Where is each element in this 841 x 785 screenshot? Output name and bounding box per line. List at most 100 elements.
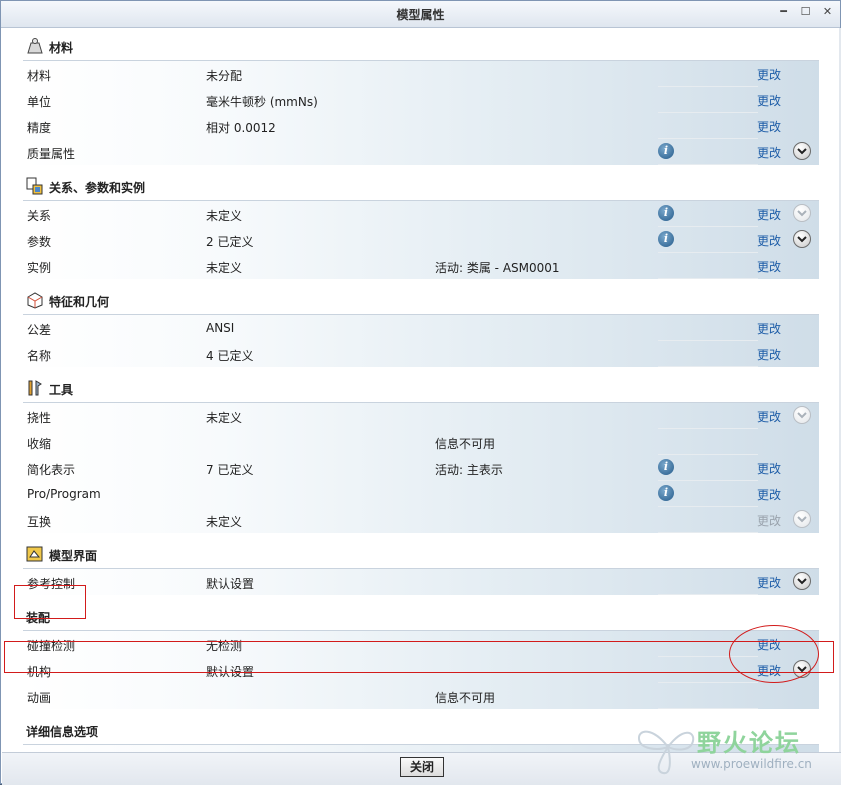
section-title: 模型界面 — [49, 549, 98, 563]
section-title: 详细信息选项 — [26, 725, 99, 739]
property-row: 简化表示 7 已定义 活动: 主表示 i 更改 — [23, 455, 819, 482]
property-row: 参数 2 已定义 i 更改 — [23, 227, 819, 254]
property-value: 7 已定义 — [206, 463, 254, 477]
material-icon — [25, 37, 45, 55]
tools-icon — [25, 379, 45, 397]
chevron-down-icon[interactable] — [793, 204, 811, 222]
change-link[interactable]: 更改 — [757, 408, 781, 425]
property-name: 公差 — [27, 323, 52, 337]
watermark-url: www.proewildfire.cn — [691, 757, 812, 771]
property-status: 信息不可用 — [435, 691, 496, 705]
change-link[interactable]: 更改 — [757, 232, 781, 249]
change-link[interactable]: 更改 — [757, 346, 781, 363]
property-status: 活动: 类属 - ASM0001 — [435, 261, 560, 275]
property-name: 关系 — [27, 209, 52, 223]
property-row: 收缩 信息不可用 — [23, 429, 819, 456]
property-value: 默认设置 — [206, 577, 255, 591]
section-title: 工具 — [49, 383, 74, 397]
property-value: 4 已定义 — [206, 349, 254, 363]
watermark-text: 野火论坛 — [697, 729, 801, 757]
property-name: 动画 — [27, 691, 52, 705]
property-name: 单位 — [27, 95, 52, 109]
property-row: 动画 信息不可用 — [23, 683, 819, 710]
close-button[interactable]: 关闭 — [400, 757, 444, 777]
property-row: 实例 未定义 活动: 类属 - ASM0001 更改 — [23, 253, 819, 280]
property-name: 挠性 — [27, 411, 52, 425]
property-name: 简化表示 — [27, 463, 76, 477]
property-name: 材料 — [27, 69, 52, 83]
property-row: 精度 相对 0.0012 更改 — [23, 113, 819, 140]
chevron-down-icon[interactable] — [793, 406, 811, 424]
property-status: 信息不可用 — [435, 437, 496, 451]
property-value: 未定义 — [206, 261, 243, 275]
change-link[interactable]: 更改 — [757, 320, 781, 337]
property-row: 挠性 未定义 更改 — [23, 403, 819, 430]
property-value: 毫米牛顿秒 (mmNs) — [206, 95, 318, 109]
change-link[interactable]: 更改 — [757, 118, 781, 135]
info-icon[interactable]: i — [658, 143, 674, 159]
maximize-icon[interactable]: ☐ — [799, 5, 812, 19]
section-header-features: 特征和几何 — [23, 284, 819, 315]
info-icon[interactable]: i — [658, 231, 674, 247]
property-value: 未定义 — [206, 411, 243, 425]
property-row: Pro/Program i 更改 — [23, 481, 819, 508]
section-header-tools: 工具 — [23, 372, 819, 403]
section-header-assembly: 装配 — [23, 600, 819, 631]
property-value: ANSI — [206, 321, 235, 335]
change-link[interactable]: 更改 — [757, 486, 781, 503]
minimize-icon[interactable]: ━ — [777, 5, 790, 19]
annotation-highlight-ellipse — [729, 625, 819, 683]
property-name: Pro/Program — [27, 487, 101, 501]
row-divider — [658, 278, 758, 279]
row-divider — [658, 594, 758, 595]
close-icon[interactable]: ✕ — [821, 5, 834, 19]
info-icon[interactable]: i — [658, 205, 674, 221]
property-value: 相对 0.0012 — [206, 121, 276, 135]
chevron-down-icon[interactable] — [793, 142, 811, 160]
change-link[interactable]: 更改 — [757, 206, 781, 223]
change-link[interactable]: 更改 — [757, 144, 781, 161]
row-divider — [658, 532, 758, 533]
property-name: 收缩 — [27, 437, 52, 451]
property-value: 未分配 — [206, 69, 243, 83]
change-link[interactable]: 更改 — [757, 66, 781, 83]
title-bar[interactable]: 模型属性 ━ ☐ ✕ — [1, 1, 840, 28]
property-row: 关系 未定义 i 更改 — [23, 201, 819, 228]
property-value: 2 已定义 — [206, 235, 254, 249]
section-header-material: 材料 — [23, 30, 819, 61]
property-name: 参数 — [27, 235, 52, 249]
annotation-highlight-row — [4, 641, 834, 673]
dialog-title: 模型属性 — [396, 8, 445, 22]
chevron-down-icon[interactable] — [793, 230, 811, 248]
relations-icon — [25, 177, 45, 195]
change-link[interactable]: 更改 — [757, 258, 781, 275]
features-icon — [25, 291, 45, 309]
section-title: 特征和几何 — [49, 295, 110, 309]
info-icon[interactable]: i — [658, 485, 674, 501]
row-divider — [658, 708, 758, 709]
section-header-interface: 模型界面 — [23, 538, 819, 569]
change-link[interactable]: 更改 — [757, 92, 781, 109]
watermark: 野火论坛 www.proewildfire.cn — [633, 717, 833, 777]
info-icon[interactable]: i — [658, 459, 674, 475]
property-row: 互换 未定义 更改 — [23, 507, 819, 534]
model-properties-dialog: 模型属性 ━ ☐ ✕ 材料 材料 未分配 更改 单位 毫米牛顿秒 (mmNs) 更改 精度 相对… — [0, 0, 841, 785]
chevron-down-icon[interactable] — [793, 572, 811, 590]
chevron-down-icon[interactable] — [793, 510, 811, 528]
change-link[interactable]: 更改 — [757, 574, 781, 591]
row-divider — [658, 164, 758, 165]
property-name: 精度 — [27, 121, 52, 135]
section-title: 关系、参数和实例 — [49, 181, 146, 195]
interface-icon — [25, 545, 45, 563]
property-row: 公差 ANSI 更改 — [23, 315, 819, 342]
property-value: 未定义 — [206, 515, 243, 529]
change-link[interactable]: 更改 — [757, 460, 781, 477]
property-row: 材料 未分配 更改 — [23, 61, 819, 88]
property-row: 名称 4 已定义 更改 — [23, 341, 819, 368]
property-name: 质量属性 — [27, 147, 76, 161]
annotation-highlight-box — [14, 585, 86, 619]
property-row: 参考控制 默认设置 更改 — [23, 569, 819, 596]
row-divider — [658, 366, 758, 367]
property-name: 互换 — [27, 515, 52, 529]
change-link: 更改 — [757, 514, 782, 528]
